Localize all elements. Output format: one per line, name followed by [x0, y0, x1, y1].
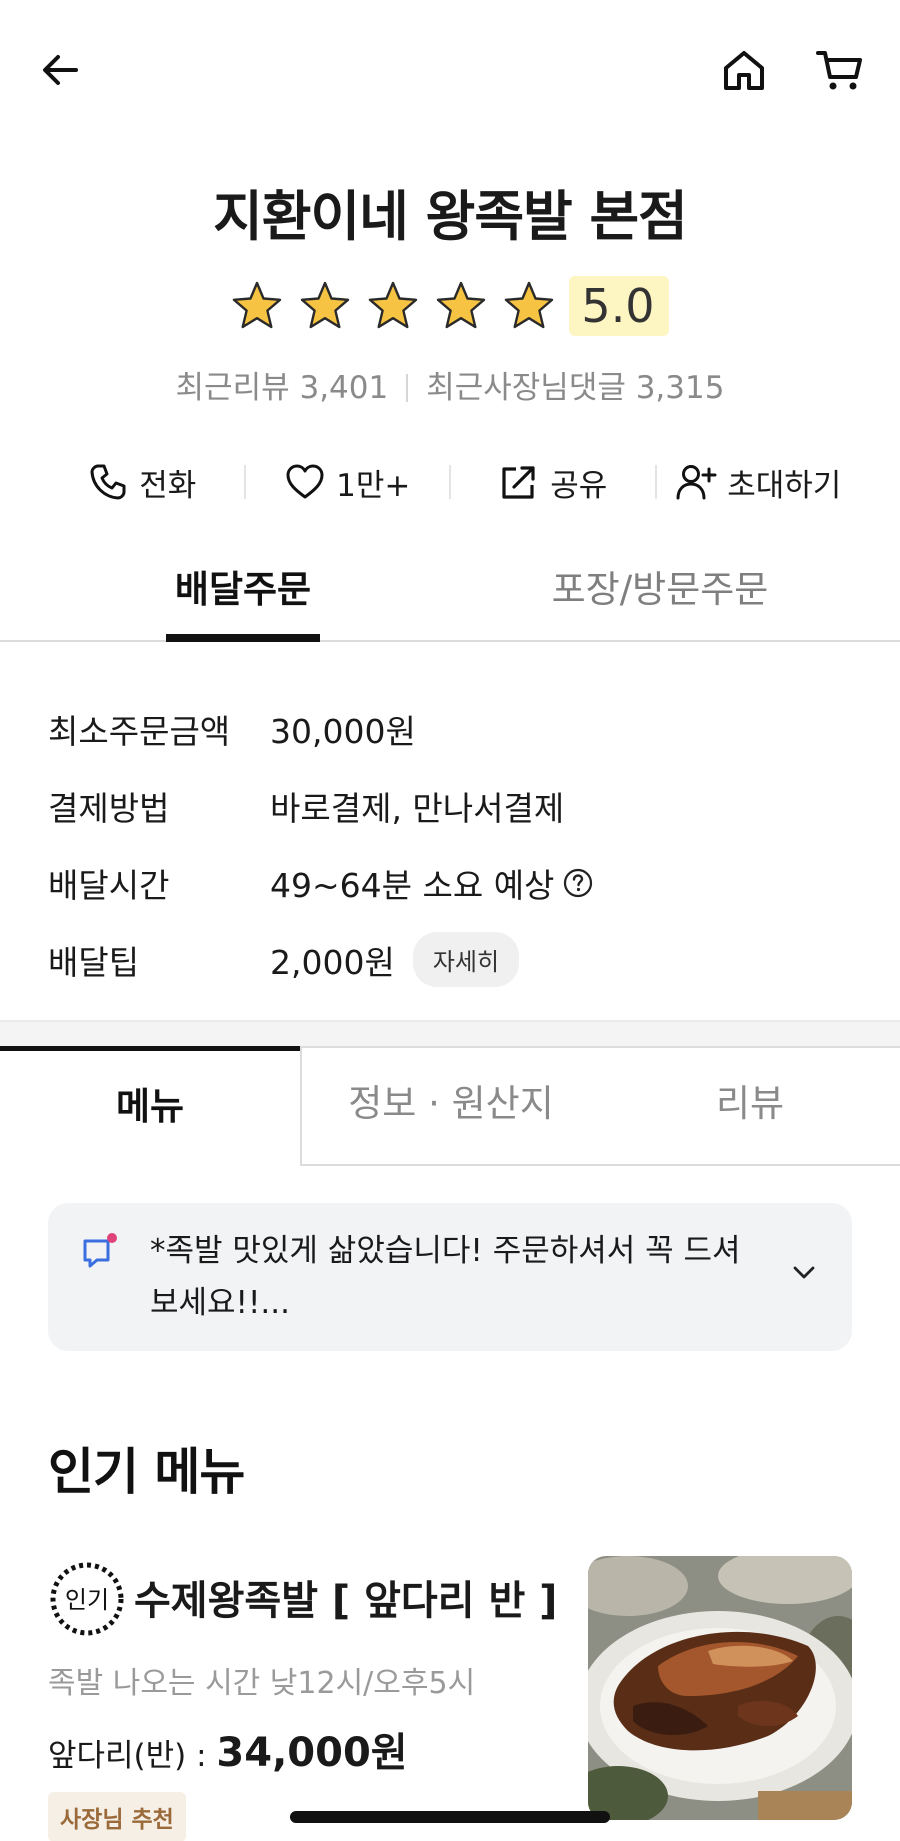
share-icon [502, 466, 535, 499]
tab-info-origin[interactable]: 정보 · 원산지 [300, 1046, 600, 1166]
rating-row: 5.0 [0, 276, 900, 336]
rating-stars [231, 280, 555, 332]
chevron-down-icon[interactable] [786, 1255, 822, 1291]
share-label: 공유 [550, 467, 608, 504]
content-tabs: 메뉴 정보 · 원산지 리뷰 [0, 1046, 900, 1166]
home-icon [724, 51, 764, 90]
star-icon [233, 281, 282, 329]
review-counts[interactable]: 최근리뷰 3,401 최근사장님댓글 3,315 [0, 362, 900, 407]
call-label: 전화 [139, 467, 197, 504]
payment-value: 바로결제, 만나서결제 [270, 788, 565, 828]
payment-label: 결제방법 [48, 788, 170, 828]
menu-item-price-row: 앞다리(반) : 34,000원 [48, 1720, 408, 1778]
delivery-time-label: 배달시간 [48, 865, 170, 905]
like-count: 1만+ [336, 467, 411, 504]
share-button[interactable]: 공유 [451, 460, 655, 505]
delivery-time-value: 49~64분 소요 예상 [270, 865, 555, 905]
jokbal-photo [588, 1556, 852, 1820]
popular-badge-ring-icon: 인기 [50, 1562, 124, 1636]
back-button[interactable] [28, 38, 92, 102]
top-bar [0, 0, 900, 140]
info-row-payment: 결제방법 바로결제, 만나서결제 [48, 767, 868, 844]
popular-menu-title: 인기 메뉴 [48, 1443, 245, 1501]
help-icon[interactable] [562, 867, 594, 899]
menu-item-photo[interactable] [588, 1556, 852, 1820]
phone-icon [90, 464, 126, 500]
rating-value: 5.0 [569, 276, 669, 336]
store-name: 지환이네 왕족발 본점 [213, 185, 688, 248]
order-type-tabs: 배달주문 포장/방문주문 [0, 560, 900, 642]
divider [406, 374, 409, 402]
info-row-min-order: 최소주문금액 30,000원 [48, 690, 868, 767]
store-info: 최소주문금액 30,000원 결제방법 바로결제, 만나서결제 배달시간 49~… [48, 690, 868, 998]
tab-review[interactable]: 리뷰 [600, 1046, 900, 1166]
home-indicator[interactable] [290, 1811, 610, 1823]
menu-item-price: 34,000원 [216, 1730, 408, 1776]
info-row-delivery-tip: 배달팁 2,000원 자세히 [48, 921, 868, 998]
min-order-value: 30,000원 [270, 711, 416, 751]
recent-owner-replies[interactable]: 최근사장님댓글 3,315 [426, 370, 724, 406]
delivery-tip-detail-button[interactable]: 자세히 [412, 932, 520, 987]
delivery-tip-wrap: 2,000원 자세히 [270, 932, 520, 987]
cart-button[interactable] [808, 38, 872, 102]
min-order-label: 최소주문금액 [48, 711, 231, 751]
menu-item-price-prefix: 앞다리(반) : [48, 1738, 217, 1774]
star-icon [505, 281, 554, 329]
tab-pickup[interactable]: 포장/방문주문 [520, 560, 800, 642]
info-row-delivery-time: 배달시간 49~64분 소요 예상 [48, 844, 868, 921]
cart-icon [816, 51, 862, 90]
call-button[interactable]: 전화 [40, 460, 244, 505]
like-button[interactable]: 1만+ [246, 460, 450, 505]
invite-label: 초대하기 [727, 467, 842, 504]
store-actions: 전화 1만+ 공유 초대하기 [40, 452, 860, 512]
back-arrow-icon [43, 55, 78, 85]
menu-item-description: 족발 나오는 시간 낮12시/오후5시 [48, 1666, 476, 1701]
tab-menu[interactable]: 메뉴 [0, 1046, 300, 1166]
delivery-tip-value: 2,000원 [270, 942, 395, 982]
popular-badge: 인기 [48, 1560, 126, 1638]
popular-badge-label: 인기 [65, 1586, 109, 1614]
delivery-time-wrap: 49~64분 소요 예상 [270, 859, 594, 907]
add-user-icon [676, 465, 717, 500]
recent-reviews[interactable]: 최근리뷰 3,401 [176, 370, 389, 406]
invite-button[interactable]: 초대하기 [657, 460, 861, 505]
heart-icon [286, 464, 324, 499]
owner-notice[interactable]: *족발 맛있게 삶았습니다! 주문하셔서 꼭 드셔보세요!!... [48, 1203, 852, 1351]
delivery-tip-label: 배달팁 [48, 942, 140, 982]
star-icon [437, 281, 486, 329]
menu-item[interactable]: 인기 수제왕족발 [ 앞다리 반 ] 족발 나오는 시간 낮12시/오후5시 앞… [48, 1556, 852, 1841]
menu-item-name: 수제왕족발 [ 앞다리 반 ] [134, 1578, 558, 1624]
tab-delivery[interactable]: 배달주문 [166, 560, 320, 642]
home-button[interactable] [712, 38, 776, 102]
star-icon [369, 281, 418, 329]
owner-recommend-badge: 사장님 추천 [48, 1792, 186, 1841]
star-icon [301, 281, 350, 329]
section-divider [0, 1020, 900, 1046]
notice-text: *족발 맛있게 삶았습니다! 주문하셔서 꼭 드셔보세요!!... [150, 1233, 741, 1321]
notice-chat-icon [83, 1233, 117, 1268]
